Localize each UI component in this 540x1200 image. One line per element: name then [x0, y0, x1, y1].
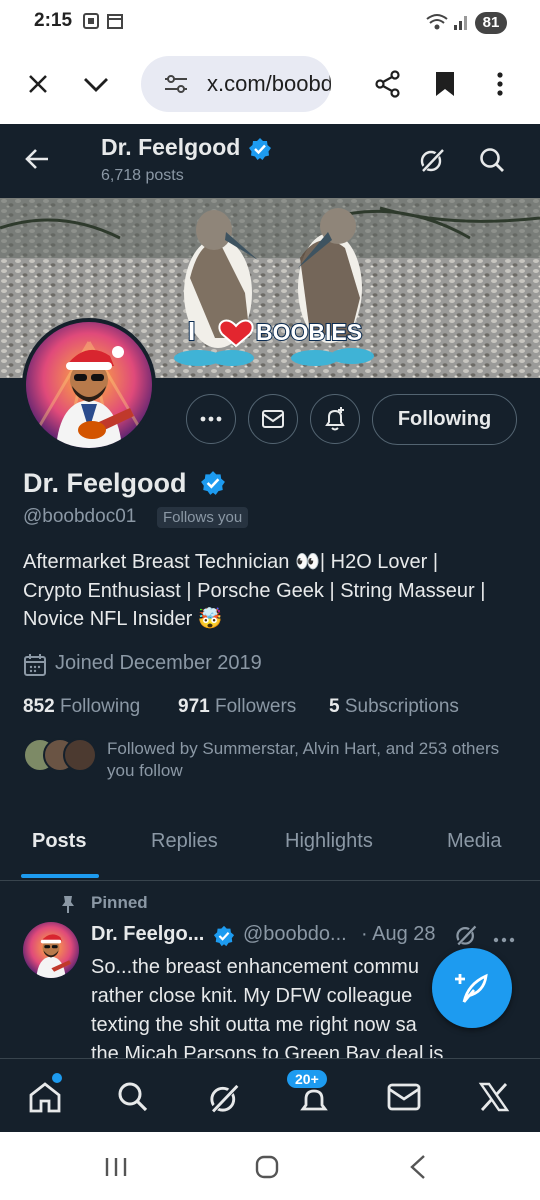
back-arrow-icon[interactable]: [24, 146, 50, 177]
status-bar: 2:15 81: [0, 0, 540, 46]
subscriptions-label: Subscriptions: [344, 696, 459, 717]
search-icon[interactable]: [117, 1081, 149, 1118]
verified-badge-icon: [248, 137, 272, 166]
followers-count: 971: [178, 696, 210, 717]
grok-icon[interactable]: [207, 1081, 241, 1120]
home-button-icon[interactable]: [255, 1155, 279, 1184]
followed-by-text[interactable]: Followed by Summerstar, Alvin Hart, and …: [107, 738, 517, 782]
tab-media[interactable]: Media: [447, 830, 501, 853]
notify-button[interactable]: [310, 394, 360, 444]
profile-handle: @boobdoc01: [23, 506, 137, 527]
site-settings-icon[interactable]: [163, 73, 189, 100]
screenshot-icon: [82, 12, 100, 35]
tweet-date[interactable]: · Aug 28: [361, 923, 436, 946]
header-name: Dr. Feelgood: [101, 134, 241, 160]
tweet-avatar[interactable]: [23, 922, 79, 978]
grok-icon[interactable]: [418, 146, 446, 179]
following-stat[interactable]: 852 Following: [23, 696, 140, 718]
feather-plus-icon: [455, 973, 488, 1003]
wifi-icon: [425, 12, 449, 37]
subscriptions-count: 5: [329, 696, 340, 717]
browser-toolbar: x.com/boobdoc01: [0, 46, 540, 124]
status-time: 2:15: [34, 10, 73, 31]
avatar: [63, 738, 97, 772]
following-label: Following: [59, 696, 141, 717]
calendar-icon: [23, 653, 47, 682]
calendar-status-icon: [106, 12, 124, 35]
tab-replies[interactable]: Replies: [151, 830, 218, 853]
tweet-author-handle[interactable]: @boobdo...: [243, 923, 347, 946]
close-icon[interactable]: [26, 72, 50, 101]
pinned-label: Pinned: [91, 893, 148, 912]
compose-post-button[interactable]: [432, 948, 512, 1028]
banner-caption-word: BOOBIES: [256, 319, 362, 345]
bio-line: Aftermarket Breast Technician 👀| H2O Lov…: [23, 551, 439, 573]
x-logo-icon[interactable]: [478, 1081, 510, 1118]
notifications-badge: 20+: [287, 1070, 327, 1088]
messages-icon[interactable]: [387, 1083, 421, 1116]
verified-badge-icon: [213, 925, 235, 952]
bottom-navigation: [0, 1058, 540, 1133]
battery-indicator: 81: [475, 12, 507, 34]
message-button[interactable]: [248, 394, 298, 444]
profile-bio: Aftermarket Breast Technician 👀| H2O Lov…: [23, 548, 523, 634]
back-icon[interactable]: [408, 1154, 428, 1185]
more-horizontal-icon[interactable]: [493, 931, 515, 949]
notifications-bell-icon[interactable]: [298, 1087, 330, 1122]
profile-avatar[interactable]: [22, 318, 156, 452]
verified-badge-icon: [200, 470, 226, 501]
home-icon[interactable]: [28, 1081, 62, 1118]
tweet-author-name[interactable]: Dr. Feelgo...: [91, 923, 204, 946]
bio-line: Novice NFL Insider 🤯: [23, 608, 223, 630]
following-button[interactable]: Following: [372, 394, 517, 445]
bell-plus-icon: [325, 407, 345, 431]
more-horizontal-icon: [200, 416, 222, 422]
envelope-icon: [262, 410, 284, 428]
profile-name: Dr. Feelgood: [23, 468, 187, 498]
chevron-down-icon[interactable]: [82, 72, 110, 101]
banner-caption-i: I: [188, 316, 195, 346]
followed-by-avatars[interactable]: [23, 738, 97, 772]
followers-label: Followers: [214, 696, 297, 717]
url-text: x.com/boobdoc01: [207, 71, 331, 96]
active-tab-indicator: [21, 874, 99, 878]
system-navigation-bar: [0, 1132, 540, 1200]
follows-you-badge: Follows you: [157, 507, 249, 528]
more-vertical-icon[interactable]: [490, 70, 510, 103]
posts-count: 6,718 posts: [101, 167, 184, 184]
bio-line: Crypto Enthusiast | Porsche Geek | Strin…: [23, 579, 486, 602]
tab-posts[interactable]: Posts: [32, 830, 86, 853]
url-bar[interactable]: x.com/boobdoc01: [141, 56, 331, 112]
divider: [0, 880, 540, 881]
signal-icon: [452, 12, 470, 37]
pin-icon: [60, 894, 76, 919]
followers-stat[interactable]: 971 Followers: [178, 696, 296, 718]
more-options-button[interactable]: [186, 394, 236, 444]
new-posts-dot: [52, 1073, 62, 1083]
subscriptions-stat[interactable]: 5 Subscriptions: [329, 696, 459, 718]
following-count: 852: [23, 696, 55, 717]
joined-date: Joined December 2019: [55, 652, 262, 674]
recent-apps-icon[interactable]: [104, 1156, 128, 1183]
profile-header-bar: Dr. Feelgood 6,718 posts: [0, 124, 540, 198]
share-icon[interactable]: [374, 70, 402, 103]
bookmark-icon[interactable]: [434, 70, 456, 103]
tab-highlights[interactable]: Highlights: [285, 830, 373, 853]
search-icon[interactable]: [478, 146, 506, 179]
